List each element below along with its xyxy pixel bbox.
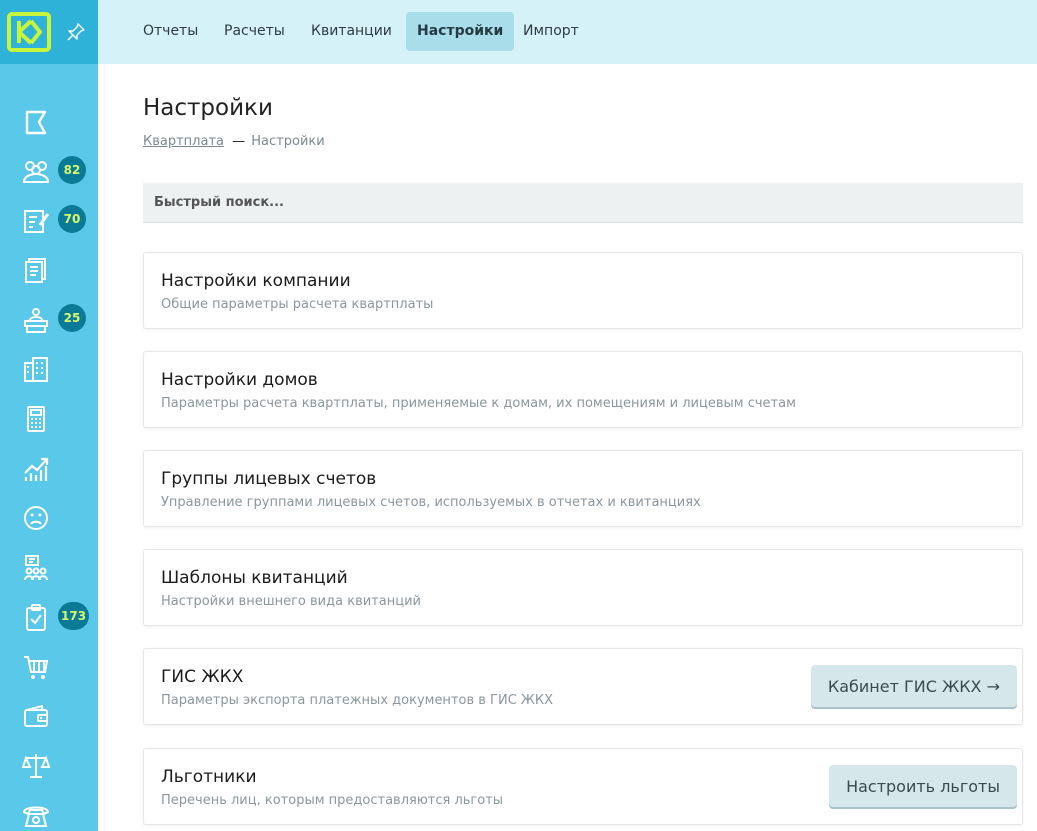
card-description: Параметры расчета квартплаты, применяемы… [161, 396, 796, 411]
settings-card-beneficiaries[interactable]: Льготники Перечень лиц, которым предоста… [143, 748, 1023, 825]
tab-settings[interactable]: Настройки [406, 12, 514, 51]
gis-zhkh-cabinet-button[interactable]: Кабинет ГИС ЖКХ → [811, 665, 1017, 707]
settings-card-company[interactable]: Настройки компании Общие параметры расче… [143, 252, 1023, 329]
reception-badge: 25 [58, 304, 86, 332]
growth-chart-icon [20, 453, 52, 485]
edit-document-icon [20, 205, 52, 237]
sidebar-item-flag[interactable] [0, 99, 98, 145]
sidebar-item-analytics[interactable] [0, 445, 98, 491]
residents-icon [20, 156, 52, 188]
tasks-badge: 173 [58, 602, 89, 630]
clipboard-check-icon [20, 602, 52, 634]
tab-calculations[interactable]: Расчеты [213, 12, 296, 51]
card-title: ГИС ЖКХ [161, 667, 243, 687]
sidebar-item-edit-documents[interactable]: 70 [0, 197, 98, 243]
sidebar-item-team[interactable] [0, 544, 98, 590]
card-description: Настройки внешнего вида квитанций [161, 594, 421, 609]
kvartplata-logo[interactable] [7, 12, 51, 52]
sidebar-item-tasks[interactable]: 173 [0, 594, 98, 640]
page-title: Настройки [143, 95, 273, 121]
card-title: Льготники [161, 767, 257, 787]
cart-icon [20, 651, 52, 683]
settings-card-account-groups[interactable]: Группы лицевых счетов Управление группам… [143, 450, 1023, 527]
tab-import[interactable]: Импорт [512, 12, 590, 51]
sidebar-item-residents[interactable]: 82 [0, 148, 98, 194]
settings-card-gis-zhkh[interactable]: ГИС ЖКХ Параметры экспорта платежных док… [143, 648, 1023, 725]
pin-icon[interactable] [66, 22, 86, 42]
sad-face-icon [20, 502, 52, 534]
wallet-icon [20, 701, 52, 733]
card-title: Настройки компании [161, 271, 351, 291]
sidebar-item-documents[interactable] [0, 246, 98, 292]
card-title: Шаблоны квитанций [161, 568, 348, 588]
sidebar-item-reception[interactable]: 25 [0, 296, 98, 342]
sidebar-item-cart[interactable] [0, 643, 98, 689]
flag-icon [20, 107, 52, 139]
card-description: Перечень лиц, которым предоставляются ль… [161, 793, 503, 808]
sidebar-item-wallet[interactable] [0, 693, 98, 739]
sidebar-item-complaints[interactable] [0, 494, 98, 540]
breadcrumb-link-kvartplata[interactable]: Квартплата [143, 134, 224, 149]
top-navigation: Отчеты Расчеты Квитанции Настройки Импор… [98, 0, 1037, 64]
sidebar-header [0, 0, 98, 64]
calculator-icon [20, 403, 52, 435]
tab-receipts[interactable]: Квитанции [300, 12, 403, 51]
configure-benefits-button[interactable]: Настроить льготы [829, 765, 1017, 807]
scales-icon [20, 750, 52, 782]
phone-icon [20, 800, 52, 831]
card-title: Настройки домов [161, 370, 318, 390]
edit-documents-badge: 70 [58, 205, 86, 233]
reception-desk-icon [20, 304, 52, 336]
sidebar-item-legal[interactable] [0, 742, 98, 788]
card-description: Общие параметры расчета квартплаты [161, 297, 433, 312]
breadcrumb-current: Настройки [251, 134, 324, 149]
sidebar-item-calculator[interactable] [0, 395, 98, 441]
residents-badge: 82 [58, 156, 86, 184]
documents-icon [20, 254, 52, 286]
settings-card-receipt-templates[interactable]: Шаблоны квитанций Настройки внешнего вид… [143, 549, 1023, 626]
sidebar-item-phone[interactable] [0, 792, 98, 831]
settings-card-houses[interactable]: Настройки домов Параметры расчета квартп… [143, 351, 1023, 428]
card-description: Управление группами лицевых счетов, испо… [161, 495, 701, 510]
sidebar: 82 70 25 173 [0, 0, 98, 831]
breadcrumb-separator: — [232, 134, 245, 149]
quick-search-input[interactable] [143, 183, 1023, 223]
team-icon [20, 552, 52, 584]
card-description: Параметры экспорта платежных документов … [161, 693, 553, 708]
tab-reports[interactable]: Отчеты [132, 12, 209, 51]
sidebar-item-buildings[interactable] [0, 345, 98, 391]
buildings-icon [20, 353, 52, 385]
breadcrumb: Квартплата — Настройки [143, 134, 325, 149]
card-title: Группы лицевых счетов [161, 469, 376, 489]
